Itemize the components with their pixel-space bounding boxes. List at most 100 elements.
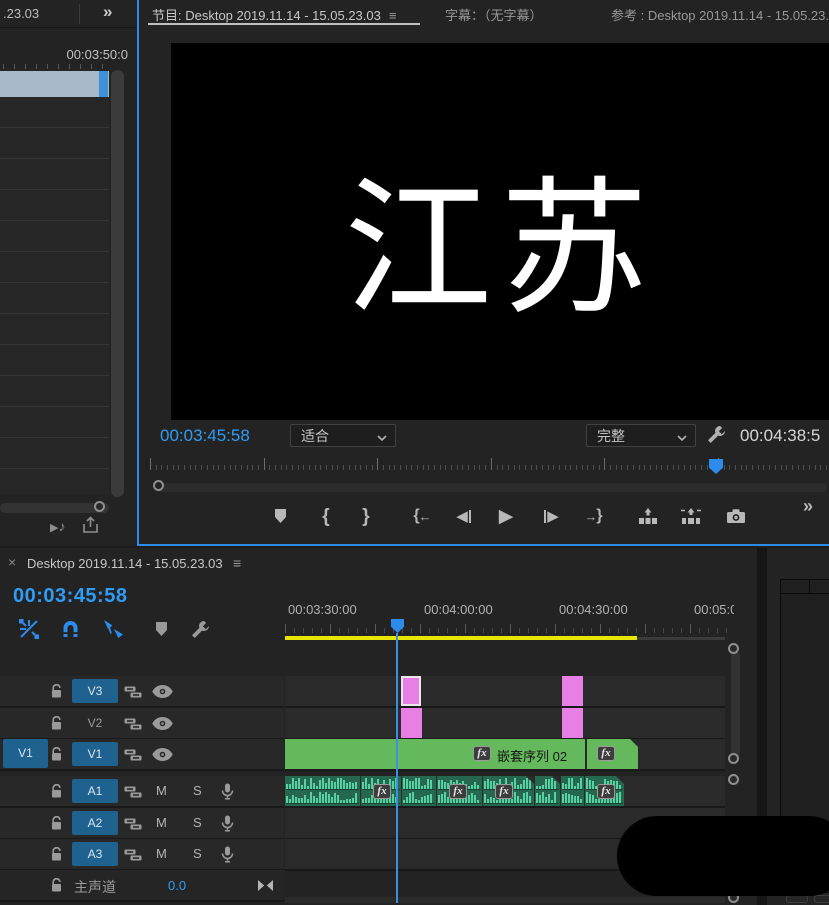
video-clip[interactable] <box>401 676 421 706</box>
tab-captions[interactable]: 字幕：（无字幕） <box>445 5 543 24</box>
mute-button[interactable]: M <box>156 815 167 830</box>
track-target-button-a2[interactable]: A2 <box>72 811 118 835</box>
video-clip[interactable] <box>401 708 422 738</box>
step-forward-button[interactable]: ▶ <box>537 503 565 529</box>
mute-button[interactable]: M <box>156 783 167 798</box>
audio-clip[interactable]: fx <box>437 776 482 806</box>
track-target-button-a1[interactable]: A1 <box>72 779 118 803</box>
sync-lock-icon[interactable] <box>124 717 142 731</box>
eye-icon[interactable] <box>152 685 173 698</box>
close-icon[interactable]: × <box>8 554 16 570</box>
zoom-handle[interactable] <box>728 753 739 764</box>
play-button[interactable]: ▶ <box>492 503 520 529</box>
lock-icon[interactable] <box>50 784 63 798</box>
meter-button[interactable] <box>814 895 829 903</box>
zoom-handle[interactable] <box>728 774 739 785</box>
vertical-zoom-scrollbar[interactable] <box>731 652 740 758</box>
lift-button[interactable] <box>634 503 662 529</box>
step-back-button[interactable]: ◀ <box>450 503 478 529</box>
audio-clip[interactable] <box>402 776 436 806</box>
zoom-handle[interactable] <box>94 501 105 512</box>
zoom-handle[interactable] <box>153 480 164 491</box>
audio-clip[interactable]: fx <box>585 776 624 806</box>
audio-clip[interactable] <box>561 776 584 806</box>
panel-menu-icon[interactable]: ≡ <box>389 8 397 23</box>
lock-icon[interactable] <box>50 684 63 698</box>
mark-in-button[interactable]: { <box>312 503 340 529</box>
eye-icon[interactable] <box>152 748 173 761</box>
timeline-ruler[interactable]: 00:03:30:0000:04:00:0000:04:30:0000:05:0… <box>0 602 734 617</box>
play-audio-icon[interactable]: ▶♪ <box>50 518 65 536</box>
solo-button[interactable]: S <box>193 846 202 861</box>
lock-icon[interactable] <box>50 747 63 761</box>
export-frame-button[interactable] <box>722 503 750 529</box>
lane-keyframe-segment[interactable] <box>99 71 108 97</box>
panel-menu-icon[interactable]: ≡ <box>233 555 241 571</box>
tab-program[interactable]: 节目: Desktop 2019.11.14 - 15.05.23.03≡ <box>152 5 396 24</box>
monitor-zoom-scrollbar[interactable] <box>156 483 827 492</box>
lock-icon[interactable] <box>50 878 63 892</box>
lock-icon[interactable] <box>50 816 63 830</box>
mark-out-button[interactable]: } <box>352 503 380 529</box>
add-marker-button[interactable] <box>148 616 174 642</box>
snap-button[interactable] <box>57 616 83 642</box>
nested-sequence-clip[interactable]: fx <box>587 739 638 769</box>
zoom-level-select[interactable]: 适合 <box>290 424 396 447</box>
ruler-tick <box>627 628 628 633</box>
audio-clip[interactable] <box>285 776 360 806</box>
work-area-bar[interactable] <box>285 636 637 640</box>
playhead-timecode[interactable]: 00:03:45:58 <box>160 426 250 446</box>
meter-button[interactable] <box>786 895 808 903</box>
sync-lock-icon[interactable] <box>124 785 142 799</box>
monitor-playhead[interactable] <box>709 459 723 474</box>
nested-sequence-clip[interactable]: fx嵌套序列 02 <box>285 739 585 769</box>
add-marker-button[interactable] <box>266 503 294 529</box>
pan-icon[interactable] <box>258 880 273 891</box>
playback-resolution-select[interactable]: 完整 <box>586 424 696 447</box>
settings-wrench-button[interactable] <box>187 616 213 642</box>
linked-selection-button[interactable] <box>101 616 127 642</box>
solo-button[interactable]: S <box>193 783 202 798</box>
zoom-handle[interactable] <box>728 643 739 654</box>
lock-icon[interactable] <box>50 716 63 730</box>
track-target-button-v1[interactable]: V1 <box>72 742 118 766</box>
source-patch-v1[interactable]: V1 <box>3 739 48 768</box>
audio-clip[interactable] <box>535 776 560 806</box>
track-target-button-v2[interactable]: V2 <box>72 711 118 735</box>
solo-button[interactable]: S <box>193 815 202 830</box>
ruler-tick <box>224 465 225 470</box>
export-icon[interactable] <box>81 516 101 539</box>
video-clip[interactable] <box>562 708 583 738</box>
sync-lock-icon[interactable] <box>124 685 142 699</box>
sync-lock-icon[interactable] <box>124 848 142 862</box>
eye-icon[interactable] <box>152 717 173 730</box>
extract-button[interactable] <box>677 503 705 529</box>
master-level-value[interactable]: 0.0 <box>168 878 186 893</box>
selected-lane-row[interactable] <box>0 71 109 97</box>
mic-icon[interactable] <box>221 815 234 832</box>
nest-toggle-button[interactable] <box>16 616 42 642</box>
go-to-out-button[interactable]: →} <box>580 503 608 529</box>
panel-tab-label[interactable]: .23.03 <box>3 6 39 21</box>
vertical-scrollbar[interactable] <box>111 70 124 497</box>
sync-lock-icon[interactable] <box>124 748 142 762</box>
more-controls-icon[interactable]: » <box>803 496 811 517</box>
more-panels-icon[interactable]: » <box>103 2 110 22</box>
mic-icon[interactable] <box>221 783 234 800</box>
mute-button[interactable]: M <box>156 846 167 861</box>
settings-wrench-icon[interactable] <box>706 424 727 450</box>
track-header-master: 主声道 0.0 <box>0 870 284 900</box>
timeline-tab-label[interactable]: Desktop 2019.11.14 - 15.05.23.03 <box>27 556 223 571</box>
horizontal-scrollbar[interactable] <box>285 897 725 903</box>
mic-icon[interactable] <box>221 846 234 863</box>
audio-clip[interactable]: fx <box>361 776 401 806</box>
track-target-button-v3[interactable]: V3 <box>72 679 118 703</box>
sync-lock-icon[interactable] <box>124 817 142 831</box>
track-target-button-a3[interactable]: A3 <box>72 842 118 866</box>
horizontal-scrollbar[interactable] <box>0 503 109 513</box>
tab-reference[interactable]: 参考 : Desktop 2019.11.14 - 15.05.23.03 <box>611 5 829 24</box>
video-clip[interactable] <box>562 676 583 706</box>
audio-clip[interactable]: fx <box>483 776 534 806</box>
go-to-in-button[interactable]: {← <box>408 503 436 529</box>
lock-icon[interactable] <box>50 847 63 861</box>
